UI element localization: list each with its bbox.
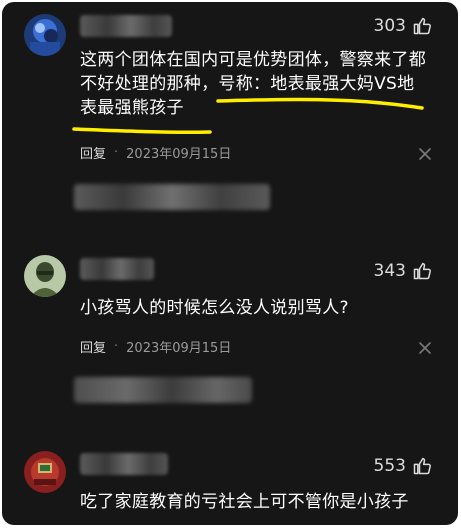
- thumbs-up-icon: [413, 17, 431, 35]
- thumbs-up-icon: [413, 262, 431, 280]
- avatar[interactable]: [24, 255, 66, 297]
- thumbs-up-icon: [413, 457, 431, 475]
- comment-date: 2023年09月15日: [126, 341, 232, 356]
- comment-list: 303 这两个团体在国内可是优势团体，警察来了都 不好处理的那种，号称：地表最强…: [2, 2, 458, 525]
- reply-button[interactable]: 回复: [80, 337, 106, 356]
- comment-meta: 回复 · 2023年09月15日: [80, 143, 232, 162]
- like-count: 303: [373, 16, 406, 36]
- comment-date: 2023年09月15日: [126, 147, 232, 162]
- comment-text: 小孩骂人的时候怎么没人说别骂人?: [80, 298, 349, 318]
- reply-button[interactable]: 回复: [80, 143, 106, 162]
- like-button[interactable]: 303: [374, 16, 432, 36]
- avatar[interactable]: [24, 14, 66, 56]
- like-count: 343: [373, 261, 406, 281]
- blurred-reply-preview[interactable]: [74, 377, 252, 403]
- comment-text: 吃了家庭教育的亏社会上可不管你是小孩子: [80, 492, 409, 512]
- like-button[interactable]: 553: [374, 456, 432, 476]
- comment-meta: 回复 · 2023年09月15日: [80, 337, 232, 356]
- close-icon[interactable]: [418, 147, 432, 161]
- blurred-reply-preview[interactable]: [74, 184, 270, 210]
- username-blurred[interactable]: [80, 258, 154, 280]
- like-button[interactable]: 343: [374, 261, 432, 281]
- username-blurred[interactable]: [80, 453, 168, 475]
- like-count: 553: [373, 456, 406, 476]
- comment-text: 这两个团体在国内可是优势团体，警察来了都 不好处理的那种，号称：地表最强大妈VS…: [80, 50, 426, 118]
- close-icon[interactable]: [418, 341, 432, 355]
- username-blurred[interactable]: [80, 15, 172, 37]
- avatar[interactable]: [24, 451, 66, 493]
